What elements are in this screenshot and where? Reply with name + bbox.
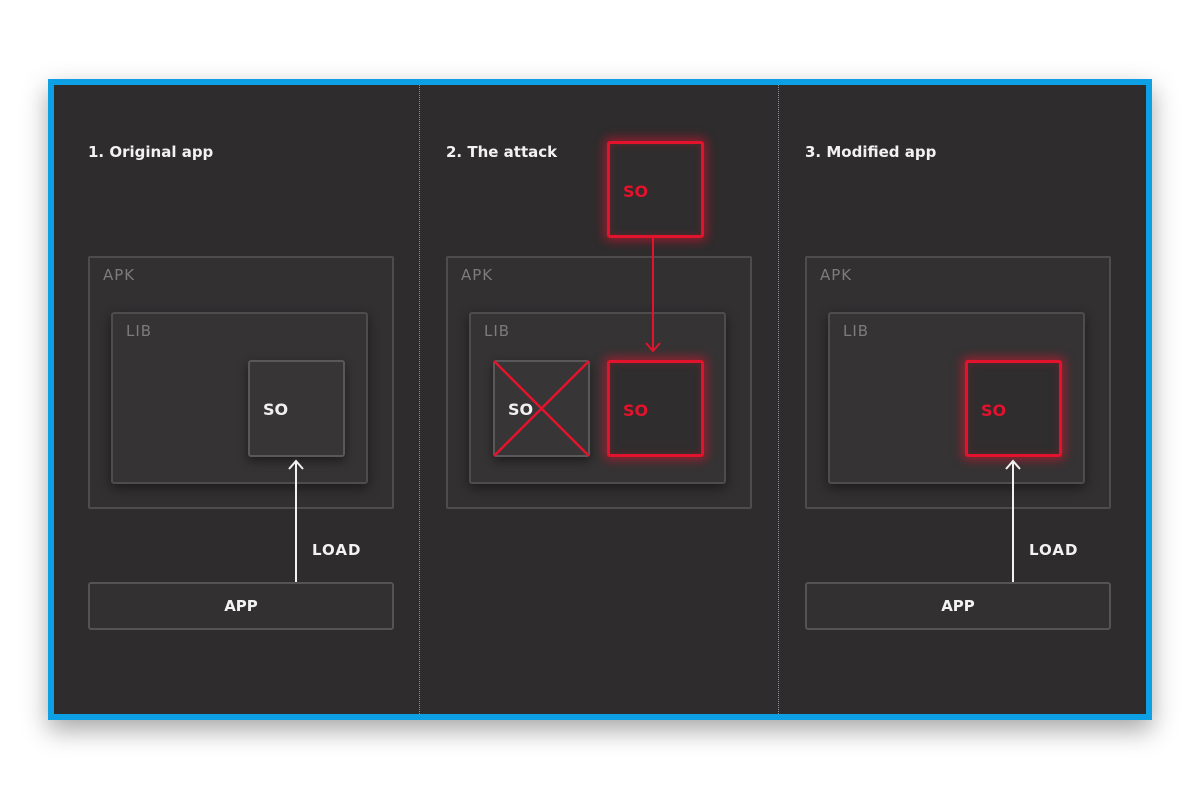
diagram-frame: 1. Original app APK LIB SO LOAD APP 2. T…: [48, 79, 1152, 720]
cross-icon: [493, 360, 590, 457]
arrow-up-icon: [288, 459, 304, 582]
arrow-up-icon: [1005, 459, 1021, 582]
arrow-down-icon: [645, 238, 661, 353]
connector-layer: [288, 238, 1021, 582]
